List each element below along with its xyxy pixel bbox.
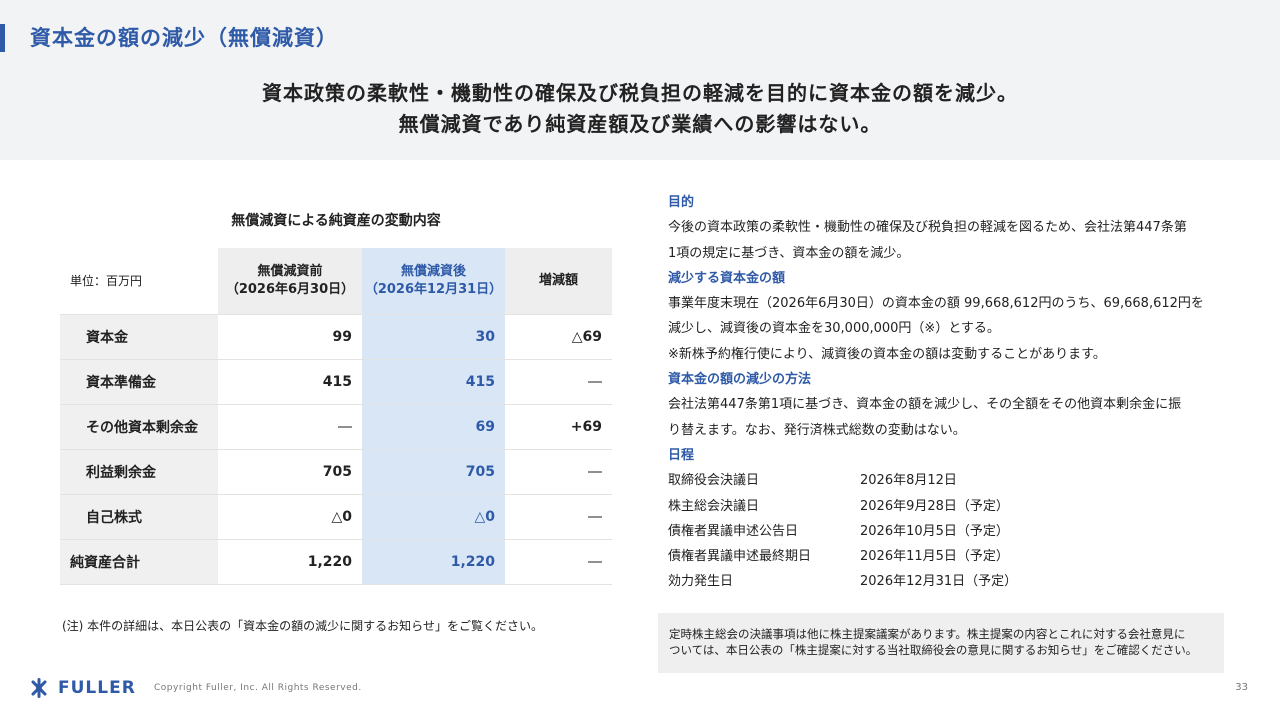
cell-before: △0: [218, 494, 362, 540]
purpose-text-2: 1項の規定に基づき、資本金の額を減少。: [668, 245, 910, 261]
cell-after: 1,220: [362, 539, 505, 585]
cell-after: 30: [362, 314, 505, 360]
notice-line-1: 定時株主総会の決議事項は他に株主提案議案があります。株主提案の内容とこれに対する…: [669, 627, 1186, 641]
table-row: その他資本剰余金 ― 69 +69: [60, 404, 612, 450]
col-after-title: 無償減資後: [400, 263, 466, 279]
schedule-row: 株主総会決議日 2026年9月28日（予定）: [668, 494, 1228, 519]
schedule-label: 債権者異議申述公告日: [668, 523, 799, 539]
schedule-label: 効力発生日: [668, 574, 734, 590]
row-label: 利益剰余金: [60, 449, 218, 495]
section-heading-method: 資本金の額の減少の方法: [668, 372, 812, 388]
title-accent-bar: [0, 24, 5, 52]
section-heading-schedule: 日程: [668, 447, 695, 463]
row-label: 資本準備金: [60, 359, 218, 405]
cell-after: 415: [362, 359, 505, 405]
cell-after: 69: [362, 404, 505, 450]
method-text-2: り替えます。なお、発行済株式総数の変動はない。: [668, 422, 966, 438]
logo-text: FULLER: [58, 678, 136, 698]
cell-diff: ―: [505, 359, 612, 405]
col-before-title: 無償減資前: [257, 263, 323, 279]
schedule-row: 効力発生日 2026年12月31日（予定）: [668, 569, 1228, 594]
schedule-date: 2026年11月5日（予定）: [860, 549, 1009, 565]
cell-diff: +69: [505, 404, 612, 450]
headline-line-1: 資本政策の柔軟性・機動性の確保及び税負担の軽減を目的に資本金の額を減少。: [262, 81, 1018, 105]
equity-change-table: 単位：百万円 無償減資前 （2026年6月30日） 無償減資後 （2026年12…: [60, 248, 612, 585]
cell-after: △0: [362, 494, 505, 540]
cell-before: 705: [218, 449, 362, 495]
headline-line-2: 無償減資であり純資産額及び業績への影響はない。: [398, 112, 882, 136]
copyright: Copyright Fuller, Inc. All Rights Reserv…: [154, 683, 362, 693]
cell-diff: ―: [505, 449, 612, 495]
col-header-before: 無償減資前 （2026年6月30日）: [218, 248, 362, 315]
cell-before: 415: [218, 359, 362, 405]
table-row: 資本準備金 415 415 ―: [60, 359, 612, 405]
schedule-date: 2026年10月5日（予定）: [860, 523, 1009, 539]
page-number: 33: [1235, 682, 1248, 693]
details-panel: 目的 今後の資本政策の柔軟性・機動性の確保及び税負担の軽減を図るため、会社法第4…: [668, 190, 1228, 595]
schedule-row: 取締役会決議日 2026年8月12日: [668, 468, 1228, 493]
company-logo: FULLER: [28, 677, 136, 699]
col-before-date: （2026年6月30日）: [225, 281, 355, 297]
purpose-text-1: 今後の資本政策の柔軟性・機動性の確保及び税負担の軽減を図るため、会社法第447条…: [668, 220, 1187, 236]
col-header-diff: 増減額: [505, 248, 612, 315]
unit-label: 単位：百万円: [60, 248, 218, 315]
col-after-date: （2026年12月31日）: [364, 281, 503, 297]
row-label: 資本金: [60, 314, 218, 360]
page-title: 資本金の額の減少（無償減資）: [30, 26, 338, 50]
cell-before: 99: [218, 314, 362, 360]
method-text-1: 会社法第447条第1項に基づき、資本金の額を減少し、その全額をその他資本剰余金に…: [668, 397, 1182, 413]
section-heading-purpose: 目的: [668, 195, 695, 210]
row-label: 純資産合計: [60, 539, 218, 585]
schedule-label: 取締役会決議日: [668, 473, 760, 489]
schedule-date: 2026年9月28日（予定）: [860, 498, 1009, 514]
schedule-label: 株主総会決議日: [668, 498, 760, 514]
schedule-date: 2026年8月12日: [860, 473, 957, 489]
table-row: 利益剰余金 705 705 ―: [60, 449, 612, 495]
table-caption: 無償減資による純資産の変動内容: [231, 213, 441, 229]
amount-text-1: 事業年度末現在（2026年6月30日）の資本金の額 99,668,612円のうち…: [668, 296, 1204, 312]
col-header-after: 無償減資後 （2026年12月31日）: [362, 248, 505, 315]
schedule-label: 債権者異議申述最終期日: [668, 549, 812, 565]
schedule-row: 債権者異議申述最終期日 2026年11月5日（予定）: [668, 544, 1228, 569]
cell-after: 705: [362, 449, 505, 495]
section-heading-amount: 減少する資本金の額: [668, 270, 786, 286]
cell-diff: ―: [505, 494, 612, 540]
cell-before: ―: [218, 404, 362, 450]
cell-diff: ―: [505, 539, 612, 585]
headline: 資本政策の柔軟性・機動性の確保及び税負担の軽減を目的に資本金の額を減少。 無償減…: [0, 78, 1280, 140]
row-label: その他資本剰余金: [60, 404, 218, 450]
amount-text-2: 減少し、減資後の資本金を30,000,000円（※）とする。: [668, 321, 1000, 337]
table-header-row: 単位：百万円 無償減資前 （2026年6月30日） 無償減資後 （2026年12…: [60, 248, 612, 315]
row-label: 自己株式: [60, 494, 218, 540]
cell-before: 1,220: [218, 539, 362, 585]
table-row-total: 純資産合計 1,220 1,220 ―: [60, 539, 612, 585]
table-row: 自己株式 △0 △0 ―: [60, 494, 612, 540]
notice-line-2: ついては、本日公表の「株主提案に対する当社取締役会の意見に関するお知らせ」をご確…: [669, 643, 1198, 657]
shareholder-proposal-notice: 定時株主総会の決議事項は他に株主提案議案があります。株主提案の内容とこれに対する…: [658, 613, 1224, 673]
table-row: 資本金 99 30 △69: [60, 314, 612, 360]
cell-diff: △69: [505, 314, 612, 360]
amount-text-3: ※新株予約権行使により、減資後の資本金の額は変動することがあります。: [668, 346, 1106, 362]
fuller-logo-icon: [31, 678, 47, 698]
schedule-row: 債権者異議申述公告日 2026年10月5日（予定）: [668, 519, 1228, 544]
table-note: (注) 本件の詳細は、本日公表の「資本金の額の減少に関するお知らせ」をご覧くださ…: [62, 619, 543, 633]
schedule-date: 2026年12月31日（予定）: [860, 574, 1018, 590]
